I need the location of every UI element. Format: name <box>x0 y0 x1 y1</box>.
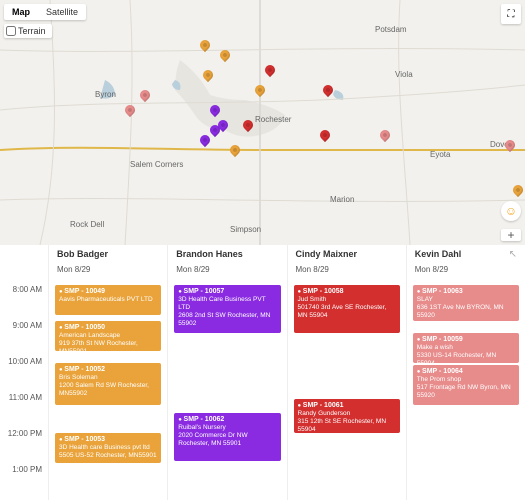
column-body[interactable]: ● SMP - 100573D Health Care Business PVT… <box>172 285 282 500</box>
appointment-address: 1200 Salem Rd SW Rochester, MN55902 <box>59 382 157 398</box>
column-header: Brandon Hanes Mon 8/29 <box>172 245 282 285</box>
map-city-label: Rochester <box>255 115 291 124</box>
appointment-title: 3D Health care Business pvt ltd <box>59 444 157 452</box>
appointment-address: 517 Frontage Rd NW Byron, MN 55920 <box>417 384 515 400</box>
appointment-card[interactable]: ● SMP - 10050American Landscape919 37th … <box>55 321 161 351</box>
map-city-label: Simpson <box>230 225 261 234</box>
appointment-title: 3D Health Care Business PVT LTD <box>178 296 276 312</box>
column-person-name: Bob Badger <box>57 249 161 259</box>
appointment-title: Randy Gunderson <box>298 410 396 418</box>
time-slot-label: 1:00 PM <box>0 465 48 500</box>
appointment-code: SMP - 10052 <box>64 366 105 373</box>
appointment-card[interactable]: ● SMP - 10064The Prom shop517 Frontage R… <box>413 365 519 405</box>
time-slot-label: 10:00 AM <box>0 357 48 393</box>
schedule-column: Brandon Hanes Mon 8/29 ● SMP - 100573D Hea… <box>167 245 286 500</box>
appointment-code: SMP - 10057 <box>184 288 225 295</box>
map-city-label: Viola <box>395 70 413 79</box>
appointment-code: SMP - 10061 <box>303 402 344 409</box>
column-header: Cindy Maixner Mon 8/29 <box>292 245 402 285</box>
appointment-address: 919 37th St NW Rochester, MN55901 <box>59 340 157 351</box>
column-body[interactable]: ● SMP - 10058Jud Smith501740 3rd Ave SE … <box>292 285 402 500</box>
appointment-title: Make a wish <box>417 344 515 352</box>
map-city-label: Marion <box>330 195 354 204</box>
column-body[interactable]: ● SMP - 10063SLAY636 1ST Ave Nw BYRON, M… <box>411 285 521 500</box>
map-city-label: Eyota <box>430 150 450 159</box>
column-person-name: Kevin Dahl <box>415 249 519 259</box>
time-axis: 8:00 AM9:00 AM10:00 AM11:00 AM12:00 PM1:… <box>0 245 48 500</box>
appointment-card[interactable]: ● SMP - 10058Jud Smith501740 3rd Ave SE … <box>294 285 400 333</box>
appointment-card[interactable]: ● SMP - 10052Bris Soleman1200 Salem Rd S… <box>55 363 161 405</box>
appointment-address: 636 1ST Ave Nw BYRON, MN 55920 <box>417 304 515 320</box>
schedule-column: Cindy Maixner Mon 8/29 ● SMP - 10058Jud Sm… <box>287 245 406 500</box>
schedule-columns: Bob Badger Mon 8/29 ● SMP - 10049Aavis Pha… <box>48 245 525 500</box>
map-city-label: Potsdam <box>375 25 407 34</box>
terrain-toggle[interactable]: Terrain <box>4 24 52 38</box>
appointment-card[interactable]: ● SMP - 10049Aavis Pharmaceuticals PVT L… <box>55 285 161 315</box>
appointment-title: American Landscape <box>59 332 157 340</box>
fullscreen-button[interactable]: ⛶ <box>501 4 521 24</box>
appointment-title: Aavis Pharmaceuticals PVT LTD <box>59 296 157 304</box>
map-container: Rochester Byron Marion Eyota Viola Salem Corn… <box>0 0 525 245</box>
time-slot-label: 11:00 AM <box>0 393 48 429</box>
appointment-card[interactable]: ● SMP - 10059Make a wish5330 US-14 Roche… <box>413 333 519 363</box>
appointment-code: SMP - 10064 <box>422 368 463 375</box>
pegman-icon: ☺ <box>505 204 517 218</box>
appointment-address: 5505 US-52 Rochester, MN55901 <box>59 452 157 460</box>
time-slot-label: 9:00 AM <box>0 321 48 357</box>
appointment-code: SMP - 10063 <box>422 288 463 295</box>
fullscreen-icon: ⛶ <box>508 9 515 20</box>
appointment-title: The Prom shop <box>417 376 515 384</box>
column-person-name: Cindy Maixner <box>296 249 400 259</box>
appointment-code: SMP - 10049 <box>64 288 105 295</box>
time-slot-label: 8:00 AM <box>0 285 48 321</box>
column-date: Mon 8/29 <box>296 265 400 274</box>
appointment-card[interactable]: ● SMP - 10061Randy Gunderson315 12th St … <box>294 399 400 433</box>
zoom-in-button[interactable]: + <box>501 229 521 241</box>
appointment-address: 501740 3rd Ave SE Rochester, MN 55904 <box>298 304 396 320</box>
time-slot-label: 12:00 PM <box>0 429 48 465</box>
terrain-checkbox[interactable] <box>6 26 16 36</box>
appointment-code: SMP - 10062 <box>184 416 225 423</box>
appointment-address: 2608 2nd St SW Rochester, MN 55902 <box>178 312 276 328</box>
appointment-address: 2020 Commerce Dr NW Rochester, MN 55901 <box>178 432 276 448</box>
pegman-button[interactable]: ☺ <box>501 201 521 221</box>
appointment-card[interactable]: ● SMP - 10063SLAY636 1ST Ave Nw BYRON, M… <box>413 285 519 321</box>
column-date: Mon 8/29 <box>57 265 161 274</box>
map-city-label: Byron <box>95 90 116 99</box>
appointment-card[interactable]: ● SMP - 100533D Health care Business pvt… <box>55 433 161 463</box>
appointment-card[interactable]: ● SMP - 100573D Health Care Business PVT… <box>174 285 280 333</box>
appointment-title: SLAY <box>417 296 515 304</box>
appointment-title: Bris Soleman <box>59 374 157 382</box>
map-city-label: Salem Corners <box>130 160 183 169</box>
schedule-container: 8:00 AM9:00 AM10:00 AM11:00 AM12:00 PM1:… <box>0 245 525 500</box>
zoom-control: + <box>501 229 521 241</box>
column-header: Kevin Dahl Mon 8/29 ↖ <box>411 245 521 285</box>
map-type-map-button[interactable]: Map <box>4 4 38 20</box>
appointment-card[interactable]: ● SMP - 10062Ruibal's Nursery2020 Commer… <box>174 413 280 461</box>
column-body[interactable]: ● SMP - 10049Aavis Pharmaceuticals PVT L… <box>53 285 163 500</box>
column-date: Mon 8/29 <box>415 265 519 274</box>
appointment-title: Ruibal's Nursery <box>178 424 276 432</box>
appointment-code: SMP - 10053 <box>64 436 105 443</box>
appointment-code: SMP - 10059 <box>422 336 463 343</box>
appointment-code: SMP - 10058 <box>303 288 344 295</box>
column-date: Mon 8/29 <box>176 265 280 274</box>
map-type-satellite-button[interactable]: Satellite <box>38 4 86 20</box>
appointment-code: SMP - 10050 <box>64 324 105 331</box>
appointment-title: Jud Smith <box>298 296 396 304</box>
schedule-column: Bob Badger Mon 8/29 ● SMP - 10049Aavis Pha… <box>48 245 167 500</box>
terrain-label: Terrain <box>18 26 46 36</box>
column-person-name: Brandon Hanes <box>176 249 280 259</box>
map-type-control: Map Satellite <box>4 4 86 20</box>
appointment-address: 5330 US-14 Rochester, MN 55904 <box>417 352 515 363</box>
column-header: Bob Badger Mon 8/29 <box>53 245 163 285</box>
cursor-icon: ↖ <box>509 249 517 260</box>
appointment-address: 315 12th St SE Rochester, MN 55904 <box>298 418 396 433</box>
map-city-label: Rock Dell <box>70 220 104 229</box>
schedule-column: Kevin Dahl Mon 8/29 ↖ ● SMP - 10063SLAY636 … <box>406 245 525 500</box>
